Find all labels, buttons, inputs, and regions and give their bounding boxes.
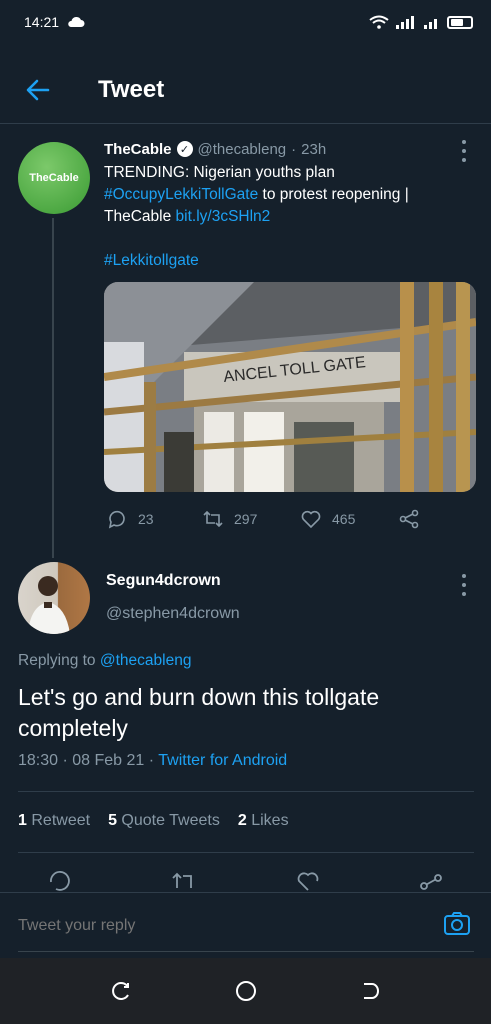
- page-title: Tweet: [98, 76, 165, 103]
- share-action[interactable]: [398, 508, 420, 530]
- reply-icon[interactable]: [46, 868, 74, 892]
- tweet-text-line3: TheCable: [104, 208, 176, 225]
- tweet-timestamp: 18:30 · 08 Feb 21 ·: [18, 752, 159, 769]
- verified-badge-icon: ✓: [176, 141, 193, 157]
- quotes-count: 5: [108, 812, 117, 829]
- tweet-meta: 18:30 · 08 Feb 21 · Twitter for Android: [18, 752, 287, 770]
- tweet-stats: 1 Retweet 5 Quote Tweets 2 Likes: [18, 812, 289, 830]
- retweet-icon[interactable]: [170, 868, 198, 892]
- heart-icon[interactable]: [294, 868, 322, 892]
- retweets-label: Retweet: [31, 812, 91, 829]
- reply-tweet-text: Let's go and burn down this tollgate com…: [18, 684, 380, 741]
- header: Tweet: [0, 56, 491, 124]
- author-handle[interactable]: @thecableng: [198, 141, 287, 158]
- reply-input[interactable]: [18, 917, 398, 935]
- avatar-logo-text: TheCable: [29, 172, 79, 184]
- reply-author-name[interactable]: Segun4dcrown: [106, 572, 221, 590]
- status-bar: 14:21: [0, 0, 491, 44]
- likes-stat[interactable]: 2 Likes: [238, 812, 289, 830]
- retweet-action[interactable]: 297: [202, 508, 300, 530]
- main-tweet-actions: [46, 868, 446, 892]
- thread-connector: [52, 218, 54, 558]
- replying-prefix: Replying to: [18, 652, 100, 669]
- system-nav-bar: [0, 958, 491, 1024]
- like-count: 465: [332, 511, 356, 527]
- divider: [18, 852, 474, 853]
- camera-icon[interactable]: [442, 909, 472, 939]
- tweet-link[interactable]: bit.ly/3cSHln2: [176, 208, 271, 225]
- recents-icon[interactable]: [110, 979, 134, 1003]
- replying-to: Replying to @thecableng: [18, 652, 191, 670]
- retweets-count: 1: [18, 812, 27, 829]
- replying-to-handle[interactable]: @thecableng: [100, 652, 192, 669]
- reply-author-handle[interactable]: @stephen4dcrown: [106, 605, 240, 623]
- tweet-actions: 23 297 465: [106, 506, 426, 532]
- hashtag-lekki[interactable]: #Lekkitollgate: [104, 250, 474, 272]
- retweets-stat[interactable]: 1 Retweet: [18, 812, 90, 830]
- signal-icon: [396, 16, 414, 29]
- tweet-time: 23h: [301, 140, 327, 158]
- tweet-text: TRENDING: Nigerian youths plan #OccupyLe…: [104, 162, 474, 272]
- tweet-text-line1: TRENDING: Nigerian youths plan: [104, 164, 335, 181]
- signal-icon-2: [424, 19, 437, 29]
- retweet-count: 297: [234, 511, 258, 527]
- tollgate-photo: ANCEL TOLL GATE: [104, 282, 476, 492]
- author-name[interactable]: TheCable: [104, 141, 172, 158]
- divider: [18, 791, 474, 792]
- reply-underline: [18, 951, 474, 952]
- hashtag-occupy[interactable]: #OccupyLekkiTollGate: [104, 186, 258, 203]
- retweet-icon: [203, 510, 223, 528]
- likes-count: 2: [237, 812, 247, 829]
- home-icon[interactable]: [233, 978, 259, 1004]
- avatar-thecable[interactable]: TheCable: [18, 142, 90, 214]
- reply-count: 23: [138, 511, 154, 527]
- wifi-icon: [369, 15, 389, 29]
- likes-label: Likes: [251, 812, 289, 829]
- tweet-header: TheCable ✓ @thecableng · 23h: [104, 138, 474, 160]
- status-time: 14:21: [24, 14, 60, 30]
- heart-icon: [301, 510, 321, 529]
- tweet-image[interactable]: ANCEL TOLL GATE: [104, 282, 476, 492]
- quotes-label: Quote Tweets: [121, 812, 220, 829]
- more-options-icon[interactable]: [461, 140, 467, 162]
- separator-dot: ·: [291, 140, 297, 158]
- avatar-segun4dcrown[interactable]: [18, 562, 90, 634]
- user-photo: [28, 576, 70, 634]
- back-icon[interactable]: [358, 979, 382, 1003]
- arrow-left-icon[interactable]: [22, 74, 54, 106]
- quote-tweets-stat[interactable]: 5 Quote Tweets: [108, 812, 220, 830]
- cloud-icon: [68, 16, 85, 27]
- reply-composer: [0, 892, 491, 958]
- tweet-source[interactable]: Twitter for Android: [158, 752, 287, 769]
- reply-icon: [108, 510, 125, 529]
- share-icon: [399, 509, 419, 529]
- reply-action[interactable]: 23: [106, 508, 202, 530]
- reply-more-options-icon[interactable]: [461, 574, 467, 596]
- share-icon[interactable]: [418, 868, 446, 892]
- parent-tweet[interactable]: TheCable ✓ @thecableng · 23h TRENDING: N…: [104, 138, 474, 272]
- tweet-text-line2: to protest reopening |: [258, 186, 409, 203]
- like-action[interactable]: 465: [300, 508, 398, 530]
- battery-icon: [447, 15, 473, 29]
